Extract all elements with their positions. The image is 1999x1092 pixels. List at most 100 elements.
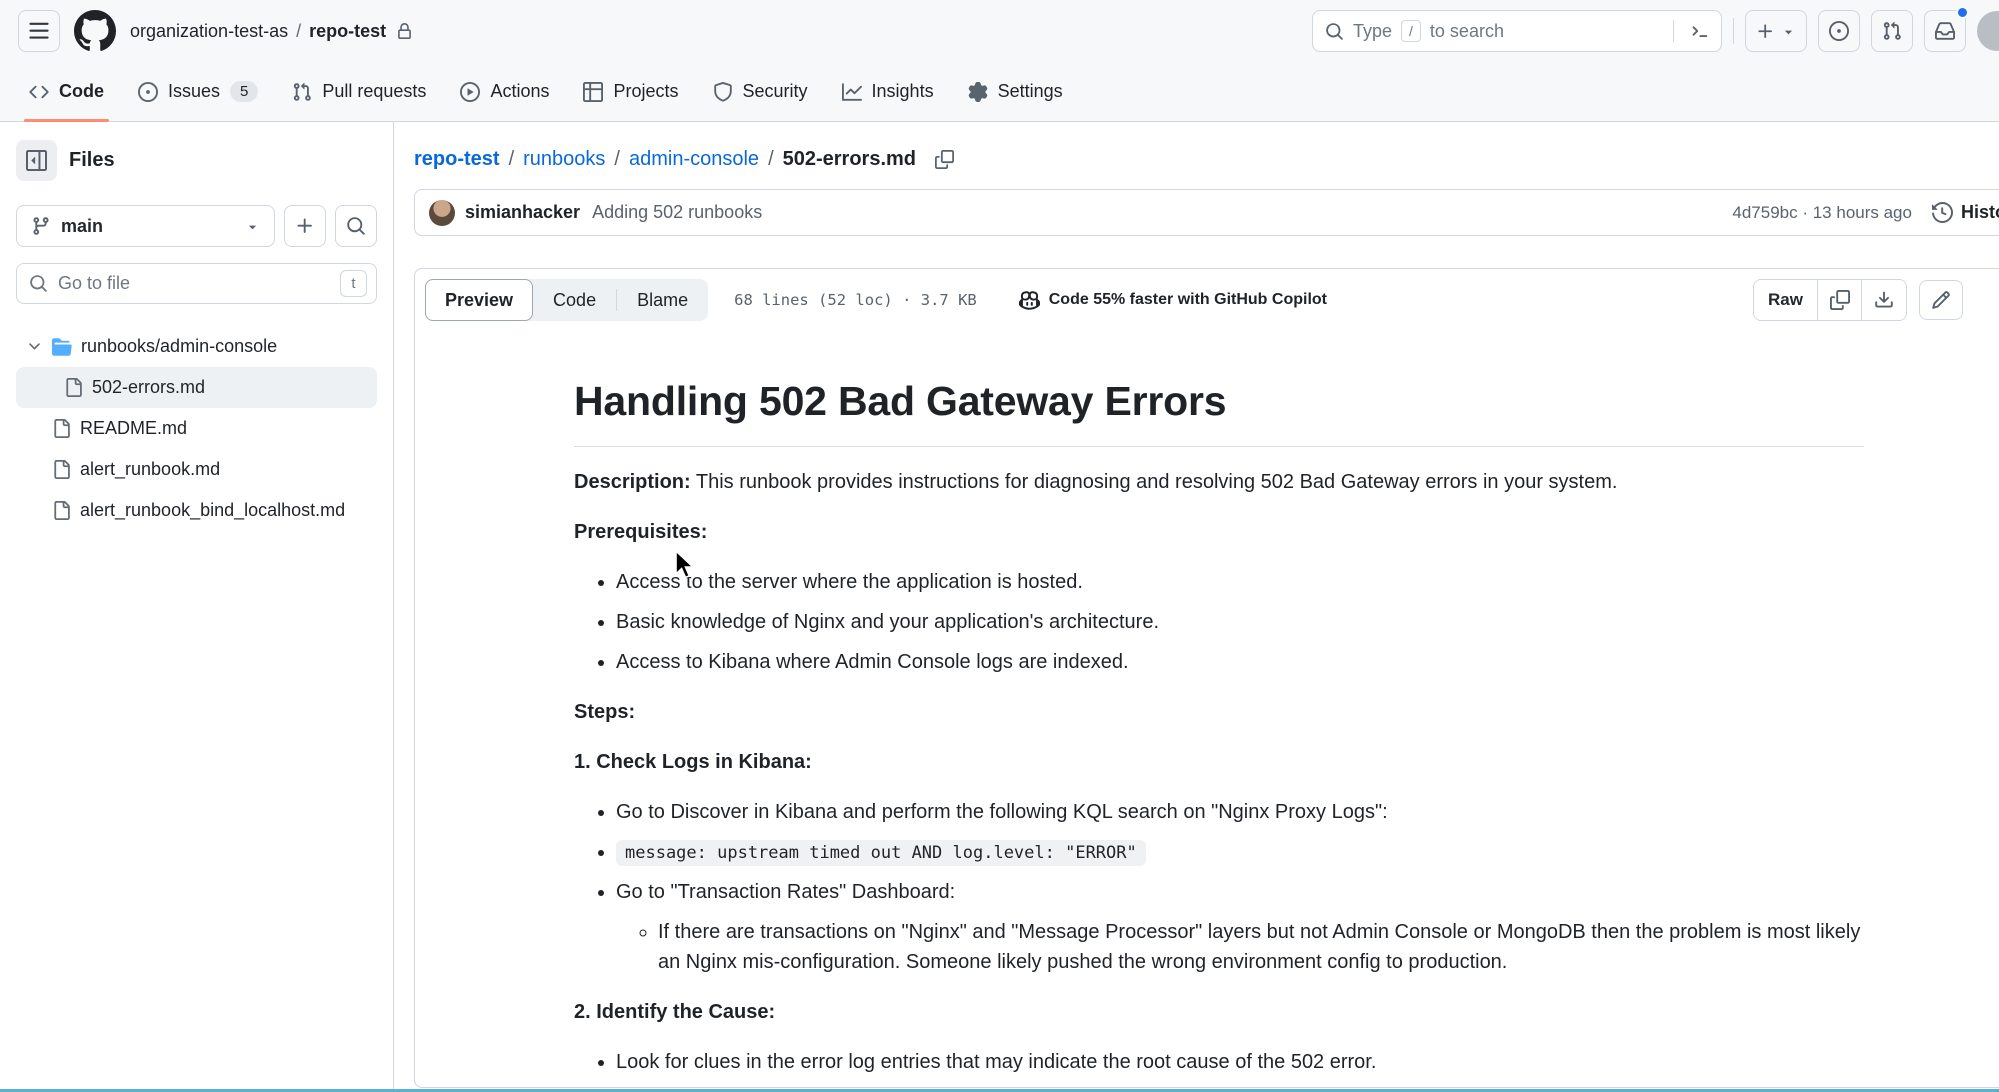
issue-opened-icon bbox=[1829, 21, 1849, 41]
raw-actions-group: Raw bbox=[1753, 279, 1907, 321]
step2-list: Look for clues in the error log entries … bbox=[574, 1047, 1864, 1089]
hamburger-icon bbox=[28, 20, 50, 42]
command-palette-icon[interactable] bbox=[1691, 21, 1711, 41]
go-to-file-input[interactable]: Go to file t bbox=[16, 263, 377, 304]
list-item: Access to Kibana where Admin Console log… bbox=[616, 647, 1864, 677]
caret-down-icon bbox=[1781, 24, 1796, 39]
tree-file-alert-runbook-bind-localhost[interactable]: alert_runbook_bind_localhost.md bbox=[16, 490, 377, 531]
tab-label: Actions bbox=[490, 81, 549, 102]
tab-label: Issues bbox=[168, 81, 220, 102]
header-divider bbox=[1733, 18, 1734, 44]
preview-tab[interactable]: Preview bbox=[425, 279, 533, 321]
commit-author-avatar[interactable] bbox=[429, 200, 455, 226]
github-logo[interactable] bbox=[74, 10, 116, 52]
commit-author-name[interactable]: simianhacker bbox=[465, 202, 580, 223]
kql-query-code: message: upstream timed out AND log.leve… bbox=[616, 840, 1146, 866]
tab-label: Settings bbox=[998, 81, 1063, 102]
list-item: Common causes include: bbox=[616, 1087, 1864, 1089]
branch-selector[interactable]: main bbox=[16, 205, 275, 247]
download-file-button[interactable] bbox=[1862, 280, 1906, 320]
add-file-button[interactable] bbox=[284, 205, 326, 247]
search-tree-button[interactable] bbox=[335, 205, 377, 247]
file-name: 502-errors.md bbox=[92, 377, 205, 398]
list-item: Access to the server where the applicati… bbox=[616, 567, 1864, 597]
folder-name: runbooks/admin-console bbox=[81, 336, 277, 357]
breadcrumb-separator: / bbox=[509, 148, 515, 171]
gear-icon bbox=[968, 82, 988, 102]
collapse-sidebar-button[interactable] bbox=[16, 140, 57, 181]
code-tab[interactable]: Code bbox=[533, 279, 616, 321]
file-name: alert_runbook_bind_localhost.md bbox=[80, 500, 345, 521]
description-label: Description: bbox=[574, 471, 691, 493]
hamburger-menu-button[interactable] bbox=[18, 10, 60, 52]
file-info-stats: 68 lines (52 loc) · 3.7 KB bbox=[734, 291, 977, 309]
inbox-icon bbox=[1935, 21, 1955, 41]
steps-label: Steps: bbox=[574, 697, 1864, 727]
tab-projects[interactable]: Projects bbox=[568, 62, 693, 121]
list-item-code: message: upstream timed out AND log.leve… bbox=[616, 837, 1864, 867]
tab-settings[interactable]: Settings bbox=[953, 62, 1078, 121]
commit-sha-and-time[interactable]: 4d759bc · 13 hours ago bbox=[1732, 203, 1912, 223]
tree-file-readme[interactable]: README.md bbox=[16, 408, 377, 449]
git-branch-icon bbox=[31, 216, 51, 236]
commit-message[interactable]: Adding 502 runbooks bbox=[592, 202, 762, 223]
tab-security[interactable]: Security bbox=[698, 62, 823, 121]
search-icon bbox=[1325, 22, 1344, 41]
search-placeholder-pre: Type bbox=[1353, 21, 1392, 42]
blame-tab[interactable]: Blame bbox=[617, 279, 708, 321]
tab-code[interactable]: Code bbox=[14, 62, 119, 121]
copy-file-button[interactable] bbox=[1818, 280, 1862, 320]
breadcrumb-dir-admin-console[interactable]: admin-console bbox=[629, 148, 759, 171]
tab-label: Security bbox=[743, 81, 808, 102]
download-icon bbox=[1874, 290, 1894, 310]
pencil-icon bbox=[1931, 290, 1951, 310]
history-label: History bbox=[1961, 202, 1999, 223]
issue-opened-icon bbox=[138, 82, 158, 102]
breadcrumb-dir-runbooks[interactable]: runbooks bbox=[523, 148, 605, 171]
tab-insights[interactable]: Insights bbox=[827, 62, 949, 121]
play-icon bbox=[460, 82, 480, 102]
pull-requests-dashboard-button[interactable] bbox=[1871, 10, 1913, 52]
copy-icon bbox=[935, 150, 954, 169]
tab-pull-requests[interactable]: Pull requests bbox=[277, 62, 441, 121]
issues-dashboard-button[interactable] bbox=[1818, 10, 1860, 52]
notifications-inbox-button[interactable] bbox=[1924, 10, 1966, 52]
graph-icon bbox=[842, 82, 862, 102]
global-header: organization-test-as / repo-test Type / … bbox=[0, 0, 1999, 62]
tree-file-502-errors[interactable]: 502-errors.md bbox=[16, 367, 377, 408]
shield-icon bbox=[713, 82, 733, 102]
create-new-button[interactable] bbox=[1745, 10, 1807, 52]
t-key-hint: t bbox=[340, 270, 367, 297]
edit-file-button[interactable] bbox=[1919, 280, 1963, 320]
breadcrumb: repo-test / runbooks / admin-console / 5… bbox=[414, 146, 1999, 173]
raw-button[interactable]: Raw bbox=[1754, 280, 1818, 320]
prerequisites-label: Prerequisites: bbox=[574, 517, 1864, 547]
plus-icon bbox=[295, 216, 315, 236]
breadcrumb-repo-link[interactable]: repo-test bbox=[414, 148, 500, 171]
search-icon bbox=[346, 216, 366, 236]
header-actions: Type / to search bbox=[1312, 10, 1981, 52]
tab-actions[interactable]: Actions bbox=[445, 62, 564, 121]
global-search-input[interactable]: Type / to search bbox=[1312, 10, 1722, 52]
go-to-file-placeholder: Go to file bbox=[58, 273, 130, 294]
breadcrumb-current-file: 502-errors.md bbox=[783, 148, 916, 171]
tree-folder-runbooks-admin-console[interactable]: runbooks/admin-console bbox=[16, 326, 377, 367]
org-link[interactable]: organization-test-as bbox=[130, 21, 288, 42]
repo-link[interactable]: repo-test bbox=[309, 21, 386, 42]
file-name: README.md bbox=[80, 418, 187, 439]
copy-path-button[interactable] bbox=[931, 146, 958, 173]
copilot-banner[interactable]: Code 55% faster with GitHub Copilot bbox=[1019, 290, 1327, 311]
list-item: Basic knowledge of Nginx and your applic… bbox=[616, 607, 1864, 637]
search-placeholder-post: to search bbox=[1430, 21, 1504, 42]
tab-label: Projects bbox=[613, 81, 678, 102]
file-name: alert_runbook.md bbox=[80, 459, 220, 480]
description-text: This runbook provides instructions for d… bbox=[691, 471, 1618, 493]
unread-notification-dot bbox=[1956, 6, 1969, 19]
markdown-preview: Handling 502 Bad Gateway Errors Descript… bbox=[415, 331, 1864, 1088]
tab-issues[interactable]: Issues 5 bbox=[123, 62, 273, 121]
tree-file-alert-runbook[interactable]: alert_runbook.md bbox=[16, 449, 377, 490]
copilot-icon bbox=[1019, 290, 1040, 311]
file-icon bbox=[52, 501, 71, 520]
history-link[interactable]: History bbox=[1932, 202, 1999, 223]
user-avatar[interactable] bbox=[1977, 11, 1999, 51]
